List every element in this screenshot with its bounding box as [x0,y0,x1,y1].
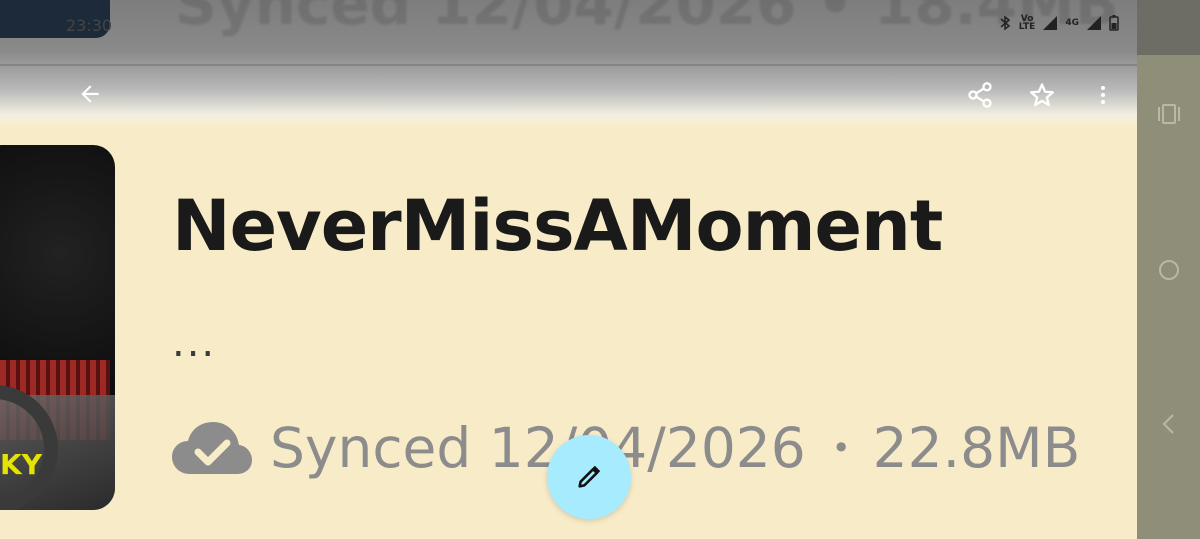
signal-icon-1 [1043,16,1058,30]
back-button[interactable] [70,74,110,114]
edit-pencil-icon [578,465,601,488]
app-screen: Synced 12/04/2026 • 18.4MB 23:30 Vo LTE 4… [0,0,1137,539]
bluetooth-icon [1000,15,1010,31]
recents-button[interactable] [1149,94,1189,134]
ghost-header-text: Synced 12/04/2026 • 18.4MB [175,0,1120,38]
status-separator [0,64,1137,66]
app-bar [0,70,1137,120]
more-vert-icon [1101,86,1105,104]
battery-icon [1109,15,1119,31]
recents-icon [1158,104,1180,124]
volte-icon: Vo LTE [1018,14,1036,32]
file-size-text: 22.8MB [872,416,1081,480]
item-title: NeverMissAMoment [172,185,943,267]
sync-status-text: Synced 12/04/2026 [270,416,806,480]
nav-back-button[interactable] [1149,404,1189,444]
arrow-back-icon [81,85,99,103]
home-button[interactable] [1149,250,1189,290]
nav-back-icon [1162,414,1174,434]
system-nav-bar [1137,0,1200,539]
favorite-button[interactable] [1022,75,1062,115]
cover-text: KY [0,448,42,481]
edit-fab-button[interactable] [547,435,631,519]
signal-icon-2 [1087,16,1101,30]
home-circle-icon [1159,260,1179,280]
status-clock: 23:30 [66,16,113,35]
status-icons: Vo LTE 4G [999,14,1119,32]
network-type-icon: 4G [1065,18,1079,28]
share-icon [968,82,992,108]
item-description: ... [172,320,217,366]
cloud-done-icon [172,422,252,474]
star-outline-icon [1029,83,1055,107]
cover-art[interactable]: KY [0,145,115,510]
more-options-button[interactable] [1083,75,1123,115]
status-bar: Synced 12/04/2026 • 18.4MB 23:30 Vo LTE 4… [0,0,1137,55]
share-button[interactable] [960,75,1000,115]
meta-separator: • [831,429,851,467]
nav-bar-top [1137,0,1200,55]
